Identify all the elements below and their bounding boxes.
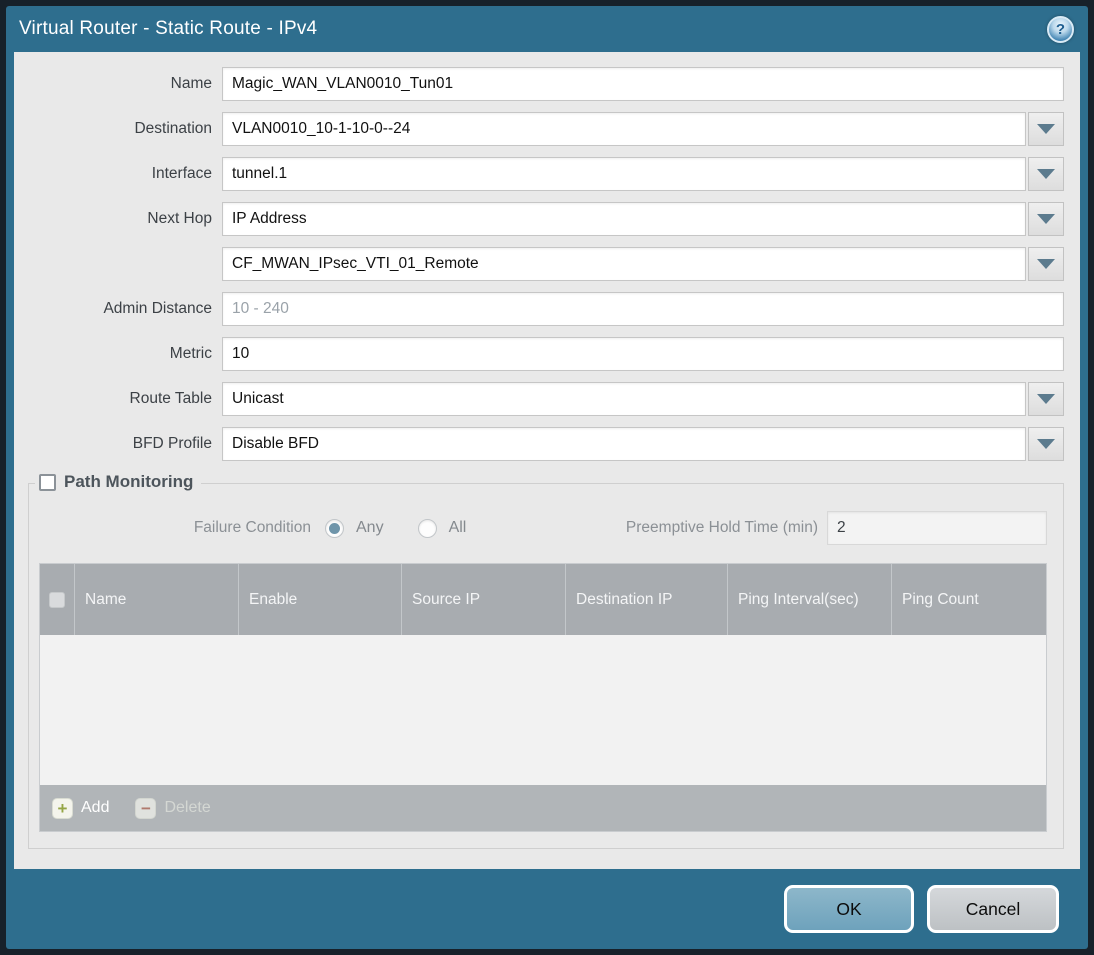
destination-input[interactable] — [222, 112, 1026, 146]
next-hop-value-row — [28, 247, 1064, 281]
help-icon[interactable]: ? — [1047, 15, 1074, 43]
interface-input[interactable] — [222, 157, 1026, 191]
next-hop-label: Next Hop — [147, 210, 212, 227]
column-header-ping-interval[interactable]: Ping Interval(sec) — [728, 564, 892, 635]
path-monitoring-table: Name Enable Source IP Destination IP Pin… — [39, 563, 1047, 832]
column-header-name[interactable]: Name — [75, 564, 239, 635]
destination-label: Destination — [134, 120, 212, 137]
route-table-label: Route Table — [129, 390, 212, 407]
dialog-content: Name Destination Interface — [14, 52, 1080, 869]
table-body-empty — [40, 635, 1046, 785]
chevron-down-icon — [1037, 124, 1055, 134]
screen: Virtual Router - Static Route - IPv4 ? N… — [0, 0, 1094, 955]
interface-label: Interface — [151, 165, 212, 182]
admin-distance-input[interactable] — [222, 292, 1064, 326]
destination-dropdown-button[interactable] — [1028, 112, 1064, 146]
radio-any-icon[interactable] — [325, 518, 344, 538]
chevron-down-icon — [1037, 394, 1055, 404]
path-monitoring-checkbox[interactable] — [39, 473, 56, 491]
radio-all-label: All — [448, 519, 467, 536]
failure-condition-radio-group: Any All — [325, 518, 467, 538]
bfd-profile-label: BFD Profile — [132, 435, 212, 452]
failure-condition-any-option[interactable]: Any — [325, 518, 384, 538]
preemptive-hold-time-group: Preemptive Hold Time (min) — [626, 511, 1047, 545]
ok-button[interactable]: OK — [784, 885, 914, 933]
route-table-input[interactable] — [222, 382, 1026, 416]
next-hop-row: Next Hop — [28, 202, 1064, 236]
select-all-column-header — [40, 564, 75, 635]
bfd-profile-input[interactable] — [222, 427, 1026, 461]
path-monitoring-section: Path Monitoring Failure Condition Any Al… — [28, 472, 1064, 849]
static-route-dialog: Virtual Router - Static Route - IPv4 ? N… — [6, 6, 1088, 949]
table-header-row: Name Enable Source IP Destination IP Pin… — [40, 564, 1046, 635]
failure-condition-all-option[interactable]: All — [417, 518, 467, 538]
metric-row: Metric — [28, 337, 1064, 371]
table-toolbar: + Add − Delete — [40, 785, 1046, 831]
next-hop-value-dropdown-button[interactable] — [1028, 247, 1064, 281]
route-table-row: Route Table — [28, 382, 1064, 416]
path-monitoring-title: Path Monitoring — [64, 472, 194, 491]
admin-distance-row: Admin Distance — [28, 292, 1064, 326]
metric-input[interactable] — [222, 337, 1064, 371]
interface-dropdown-button[interactable] — [1028, 157, 1064, 191]
preemptive-hold-time-input[interactable] — [827, 511, 1047, 545]
chevron-down-icon — [1037, 259, 1055, 269]
bfd-profile-row: BFD Profile — [28, 427, 1064, 461]
delete-button-label: Delete — [164, 799, 211, 816]
preemptive-hold-time-label: Preemptive Hold Time (min) — [625, 519, 818, 536]
radio-any-label: Any — [356, 519, 384, 536]
radio-all-icon[interactable] — [417, 518, 437, 538]
next-hop-type-input[interactable] — [222, 202, 1026, 236]
dialog-footer: OK Cancel — [6, 869, 1088, 949]
failure-condition-row: Failure Condition Any All Preemptive Hol… — [39, 510, 1047, 546]
select-all-checkbox[interactable] — [49, 591, 65, 608]
chevron-down-icon — [1037, 214, 1055, 224]
name-input[interactable] — [222, 67, 1064, 101]
delete-button[interactable]: − Delete — [135, 797, 211, 819]
column-header-ping-count[interactable]: Ping Count — [892, 564, 1046, 635]
admin-distance-label: Admin Distance — [103, 300, 212, 317]
route-table-dropdown-button[interactable] — [1028, 382, 1064, 416]
minus-icon: − — [135, 797, 157, 819]
dialog-titlebar: Virtual Router - Static Route - IPv4 ? — [6, 6, 1088, 52]
next-hop-type-dropdown-button[interactable] — [1028, 202, 1064, 236]
column-header-enable[interactable]: Enable — [239, 564, 402, 635]
chevron-down-icon — [1037, 169, 1055, 179]
plus-icon: + — [52, 797, 73, 819]
bfd-profile-dropdown-button[interactable] — [1028, 427, 1064, 461]
column-header-destination-ip[interactable]: Destination IP — [566, 564, 728, 635]
name-row: Name — [28, 67, 1064, 101]
metric-label: Metric — [169, 345, 212, 362]
failure-condition-label: Failure Condition — [193, 519, 311, 536]
add-button[interactable]: + Add — [52, 797, 110, 819]
next-hop-value-input[interactable] — [222, 247, 1026, 281]
dialog-title: Virtual Router - Static Route - IPv4 — [19, 18, 318, 39]
path-monitoring-legend: Path Monitoring — [35, 472, 202, 492]
column-header-source-ip[interactable]: Source IP — [402, 564, 566, 635]
name-label: Name — [170, 75, 212, 92]
chevron-down-icon — [1037, 439, 1055, 449]
add-button-label: Add — [81, 799, 110, 816]
cancel-button[interactable]: Cancel — [927, 885, 1059, 933]
destination-row: Destination — [28, 112, 1064, 146]
interface-row: Interface — [28, 157, 1064, 191]
